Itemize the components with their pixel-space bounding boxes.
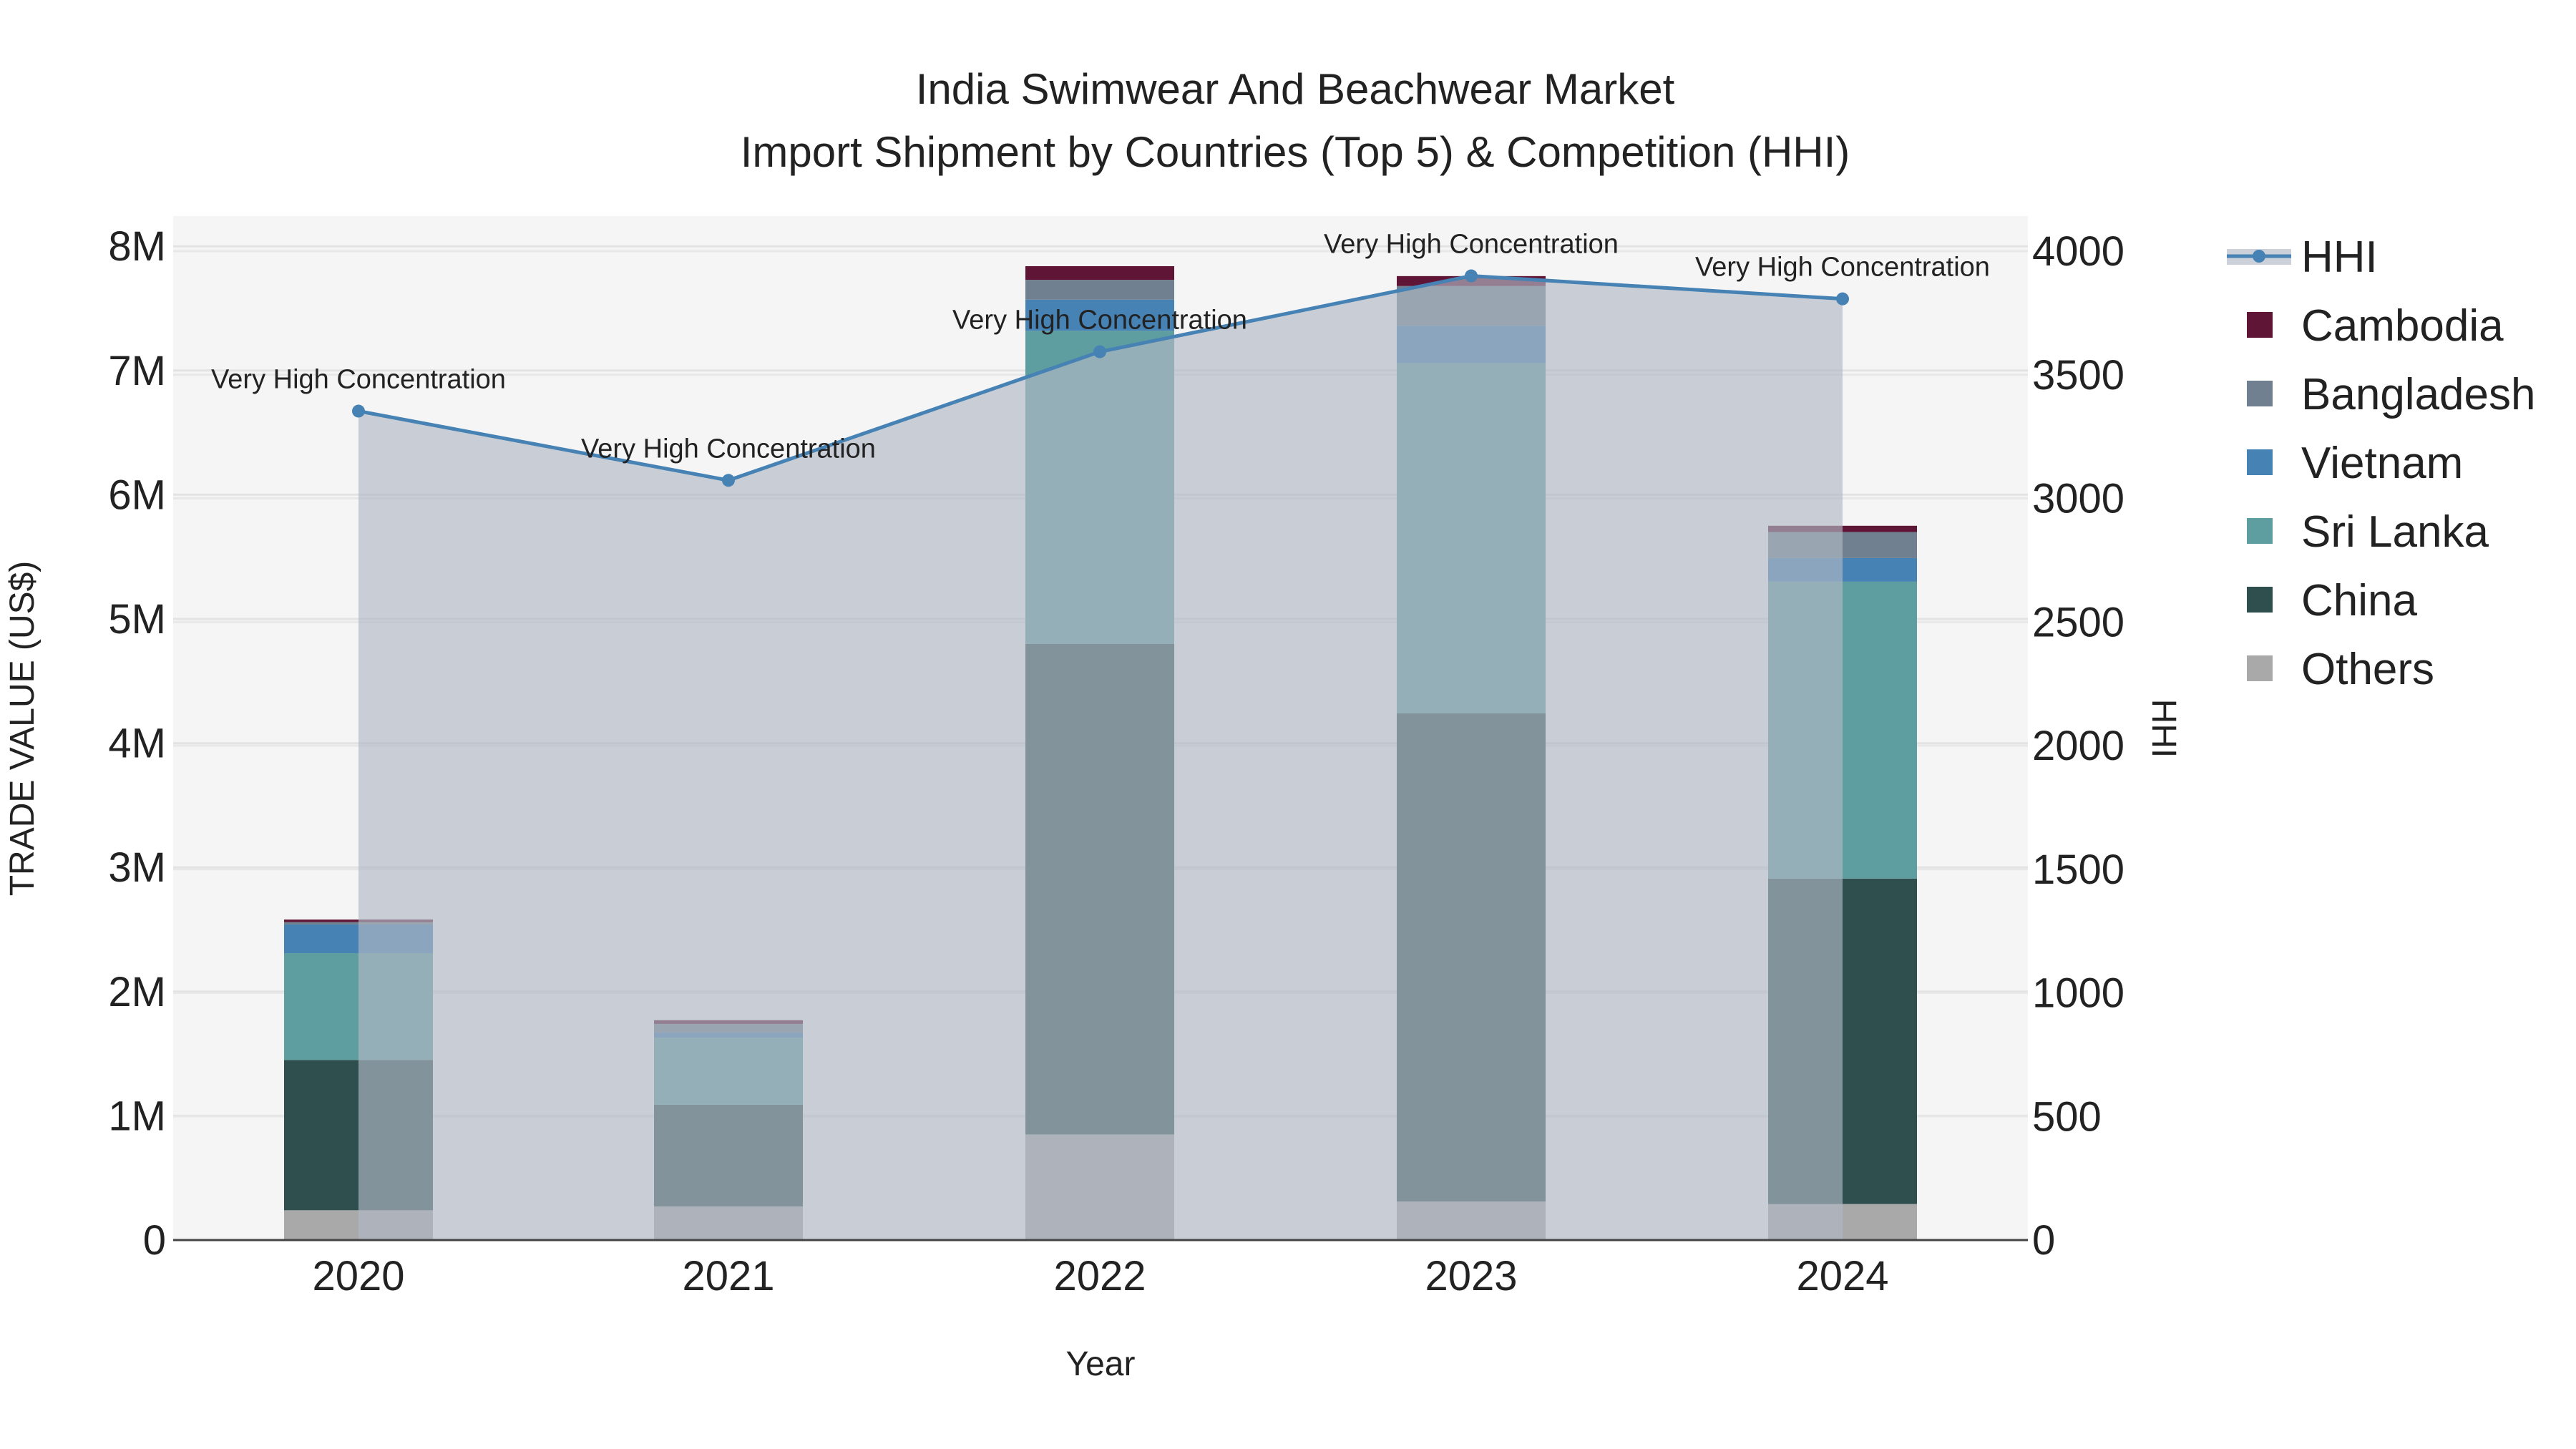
y2-tick-label: 3500 <box>2032 352 2124 399</box>
legend-swatch <box>2247 655 2273 681</box>
legend-label: Bangladesh <box>2301 370 2536 419</box>
y-tick-label: 7M <box>108 348 166 394</box>
hhi-annotation: Very High Concentration <box>952 306 1247 336</box>
hhi-annotation: Very High Concentration <box>211 365 506 395</box>
y-tick-label: 6M <box>108 472 166 518</box>
legend-swatch-marker <box>2253 250 2265 263</box>
y2-tick-label: 4000 <box>2032 228 2124 275</box>
legend-label: Cambodia <box>2301 301 2504 351</box>
y-tick-label: 1M <box>108 1093 166 1139</box>
chart-title: India Swimwear And Beachwear Market <box>916 65 1675 113</box>
hhi-point-2024[interactable] <box>1836 292 1849 306</box>
bar-bangladesh-2022[interactable] <box>1025 280 1174 300</box>
legend-label: Sri Lanka <box>2301 507 2489 557</box>
y-tick-label: 3M <box>108 844 166 891</box>
legend-label: Vietnam <box>2301 439 2463 488</box>
y-tick-label: 8M <box>108 223 166 270</box>
y2-tick-label: 1000 <box>2032 970 2124 1017</box>
hhi-annotation: Very High Concentration <box>1695 253 1990 283</box>
x-tick-label: 2020 <box>312 1253 404 1299</box>
hhi-annotation: Very High Concentration <box>581 434 876 464</box>
x-axis-label: Year <box>1066 1345 1136 1383</box>
legend-swatch <box>2247 381 2273 406</box>
legend-swatch <box>2247 518 2273 544</box>
y2-tick-label: 1500 <box>2032 847 2124 893</box>
x-tick-label: 2024 <box>1796 1253 1888 1299</box>
legend-swatch <box>2247 312 2273 338</box>
x-tick-label: 2021 <box>682 1253 774 1299</box>
y2-tick-label: 0 <box>2032 1217 2055 1264</box>
y2-axis-label: HHI <box>2145 699 2182 758</box>
y-tick-label: 4M <box>108 721 166 767</box>
chart: Very High Concentration Very High Concent… <box>0 0 2576 1449</box>
chart-subtitle: Import Shipment by Countries (Top 5) & C… <box>741 128 1850 176</box>
legend-label: Others <box>2301 645 2434 694</box>
y-tick-label: 5M <box>108 596 166 643</box>
hhi-point-2021[interactable] <box>722 474 735 487</box>
legend-swatch <box>2247 587 2273 613</box>
hhi-point-2022[interactable] <box>1093 345 1106 358</box>
y2-tick-label: 2000 <box>2032 723 2124 769</box>
y2-tick-label: 500 <box>2032 1093 2102 1140</box>
x-tick-label: 2023 <box>1425 1253 1517 1299</box>
y-tick-label: 0 <box>143 1217 166 1264</box>
hhi-point-2020[interactable] <box>352 404 365 418</box>
bar-cambodia-2022[interactable] <box>1025 265 1174 280</box>
y-tick-label: 2M <box>108 969 166 1015</box>
legend-label: HHI <box>2301 233 2378 282</box>
legend-label: China <box>2301 576 2418 625</box>
hhi-annotation: Very High Concentration <box>1324 230 1619 260</box>
hhi-point-2023[interactable] <box>1465 269 1478 283</box>
legend-swatch <box>2247 449 2273 475</box>
y-axis-label: TRADE VALUE (US$) <box>4 561 42 897</box>
y2-tick-label: 2500 <box>2032 599 2124 645</box>
y2-tick-label: 3000 <box>2032 476 2124 522</box>
x-tick-label: 2022 <box>1053 1253 1146 1299</box>
